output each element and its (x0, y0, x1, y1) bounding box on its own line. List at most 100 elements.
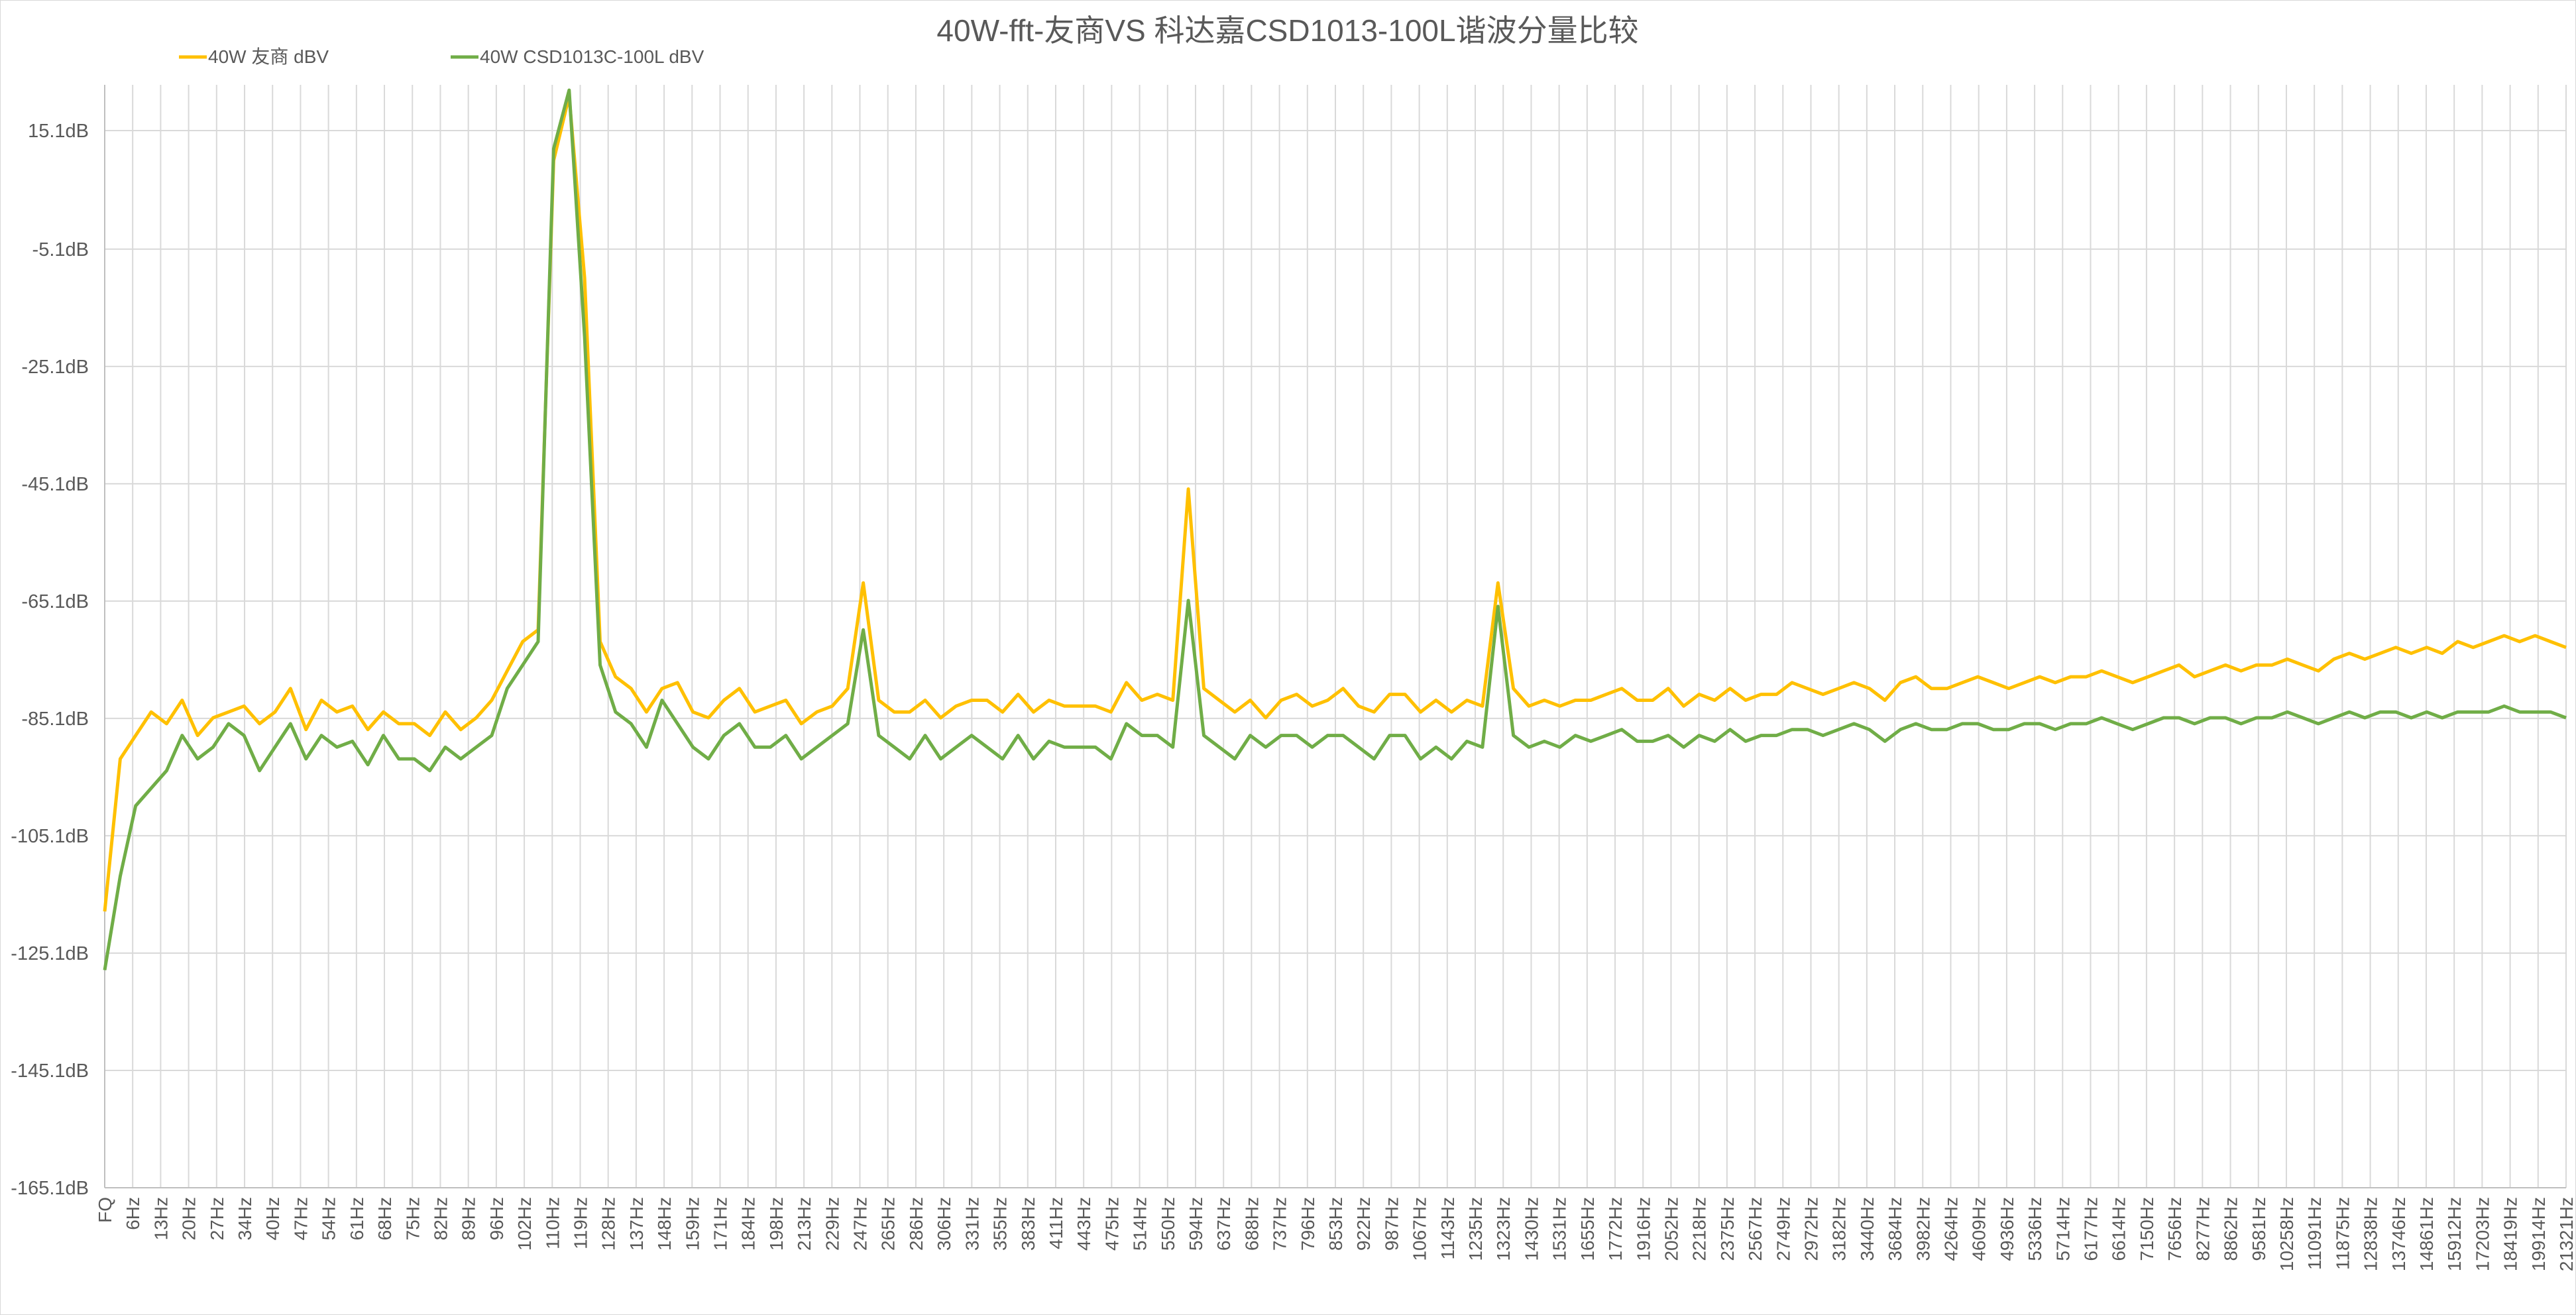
chart: 40W-fft-友商VS 科达嘉CSD1013-100L谐波分量比较 40W 友… (0, 0, 2576, 1315)
x-tick-label: 89Hz (459, 1197, 479, 1240)
x-tick-label: 1531Hz (1549, 1197, 1570, 1261)
x-tick-label: 383Hz (1018, 1197, 1038, 1251)
x-tick-label: 1143Hz (1437, 1197, 1458, 1259)
x-tick-label: 922Hz (1353, 1197, 1374, 1251)
x-tick-label: 2052Hz (1661, 1197, 1681, 1261)
x-tick-label: 594Hz (1186, 1197, 1206, 1251)
x-tick-label: 14861Hz (2416, 1197, 2437, 1271)
x-tick-label: 796Hz (1298, 1197, 1318, 1251)
x-tick-label: 17203Hz (2472, 1197, 2492, 1271)
x-tick-label: 148Hz (654, 1197, 675, 1251)
x-tick-label: 27Hz (207, 1197, 227, 1240)
y-tick-label: -65.1dB (21, 591, 89, 612)
x-tick-label: 12838Hz (2361, 1197, 2381, 1271)
x-tick-label: 4609Hz (1969, 1197, 1989, 1261)
x-tick-label: 13Hz (150, 1197, 171, 1240)
x-tick-label: 550Hz (1158, 1197, 1178, 1251)
x-tick-label: 102Hz (514, 1197, 535, 1251)
x-tick-label: 68Hz (374, 1197, 395, 1240)
x-tick-label: 110Hz (542, 1197, 563, 1249)
x-tick-label: 54Hz (319, 1197, 339, 1240)
y-tick-label: -25.1dB (21, 357, 89, 378)
chart-canvas: 40W-fft-友商VS 科达嘉CSD1013-100L谐波分量比较 40W 友… (0, 0, 2576, 1315)
y-tick-label: -5.1dB (32, 239, 89, 260)
x-tick-label: 119Hz (570, 1197, 590, 1249)
x-tick-label: 7656Hz (2164, 1197, 2185, 1261)
x-tick-label: 331Hz (962, 1197, 982, 1251)
y-tick-label: -145.1dB (11, 1060, 89, 1082)
x-tick-label: 47Hz (290, 1197, 311, 1240)
x-tick-label: 6614Hz (2109, 1197, 2129, 1261)
x-tick-label: 286Hz (906, 1197, 926, 1251)
x-tick-label: 5714Hz (2052, 1197, 2073, 1261)
x-tick-label: 475Hz (1101, 1197, 1122, 1251)
x-tick-label: 1323Hz (1493, 1197, 1514, 1261)
x-tick-label: 3440Hz (1857, 1197, 1877, 1261)
x-tick-label: 247Hz (850, 1197, 871, 1251)
x-tick-label: 4264Hz (1941, 1197, 1962, 1261)
x-tick-label: 10258Hz (2276, 1197, 2297, 1271)
x-tick-label: 13746Hz (2388, 1197, 2409, 1271)
x-tick-label: 21321Hz (2556, 1197, 2576, 1271)
x-tick-label: 2972Hz (1801, 1197, 1821, 1261)
x-tick-label: 2375Hz (1717, 1197, 1738, 1261)
x-tick-label: 411Hz (1046, 1197, 1066, 1249)
chart-title: 40W-fft-友商VS 科达嘉CSD1013-100L谐波分量比较 (936, 13, 1638, 48)
x-tick-label: 40Hz (262, 1197, 283, 1240)
y-tick-label: 15.1dB (28, 121, 89, 142)
x-tick-label: 853Hz (1325, 1197, 1346, 1251)
x-tick-label: 20Hz (179, 1197, 199, 1240)
x-tick-label: 355Hz (990, 1197, 1011, 1251)
x-tick-label: 637Hz (1213, 1197, 1234, 1251)
x-tick-label: 1772Hz (1605, 1197, 1626, 1261)
x-tick-label: 75Hz (402, 1197, 423, 1240)
x-tick-label: 229Hz (822, 1197, 842, 1251)
x-tick-label: FQ (95, 1197, 115, 1223)
y-tick-label: -105.1dB (11, 826, 89, 847)
x-tick-label: 1235Hz (1465, 1197, 1486, 1261)
x-tick-label: 2567Hz (1745, 1197, 1765, 1261)
x-tick-label: 3982Hz (1913, 1197, 1933, 1261)
x-tick-label: 18419Hz (2500, 1197, 2521, 1271)
legend-label-series-1: 40W CSD1013C-100L dBV (480, 46, 704, 67)
x-tick-label: 8277Hz (2192, 1197, 2213, 1261)
x-tick-label: 137Hz (626, 1197, 647, 1251)
y-tick-label: -45.1dB (21, 474, 89, 495)
x-tick-label: 3182Hz (1829, 1197, 1850, 1261)
x-tick-label: 8862Hz (2221, 1197, 2241, 1261)
x-tick-label: 184Hz (738, 1197, 759, 1251)
x-tick-label: 61Hz (347, 1197, 367, 1240)
x-tick-label: 6177Hz (2081, 1197, 2101, 1261)
x-tick-label: 1067Hz (1410, 1197, 1430, 1261)
x-tick-label: 443Hz (1074, 1197, 1094, 1251)
x-tick-label: 2218Hz (1689, 1197, 1710, 1261)
legend-label-series-0: 40W 友商 dBV (208, 46, 329, 67)
x-tick-label: 198Hz (766, 1197, 787, 1251)
x-tick-label: 19914Hz (2528, 1197, 2549, 1271)
x-tick-label: 1916Hz (1633, 1197, 1653, 1261)
x-tick-label: 82Hz (430, 1197, 451, 1240)
x-tick-label: 987Hz (1381, 1197, 1402, 1251)
x-tick-label: 3684Hz (1885, 1197, 1905, 1261)
x-tick-label: 514Hz (1130, 1197, 1150, 1251)
x-tick-label: 6Hz (123, 1197, 143, 1230)
x-tick-label: 11875Hz (2332, 1197, 2353, 1270)
x-tick-label: 7150Hz (2137, 1197, 2157, 1261)
x-tick-label: 34Hz (235, 1197, 255, 1240)
x-tick-label: 2749Hz (1773, 1197, 1793, 1261)
x-tick-label: 171Hz (710, 1197, 731, 1251)
x-tick-label: 306Hz (934, 1197, 954, 1251)
x-tick-label: 128Hz (598, 1197, 619, 1251)
y-tick-label: -85.1dB (21, 709, 89, 730)
x-tick-label: 213Hz (794, 1197, 814, 1251)
x-tick-label: 11091Hz (2304, 1197, 2325, 1270)
x-tick-label: 265Hz (878, 1197, 899, 1251)
x-tick-label: 4936Hz (1997, 1197, 2017, 1261)
x-tick-label: 159Hz (682, 1197, 702, 1251)
x-tick-label: 1430Hz (1521, 1197, 1541, 1261)
x-tick-label: 688Hz (1241, 1197, 1262, 1251)
x-tick-label: 1655Hz (1577, 1197, 1598, 1261)
x-tick-label: 15912Hz (2444, 1197, 2465, 1271)
y-tick-label: -165.1dB (11, 1178, 89, 1199)
x-tick-label: 5336Hz (2025, 1197, 2045, 1261)
